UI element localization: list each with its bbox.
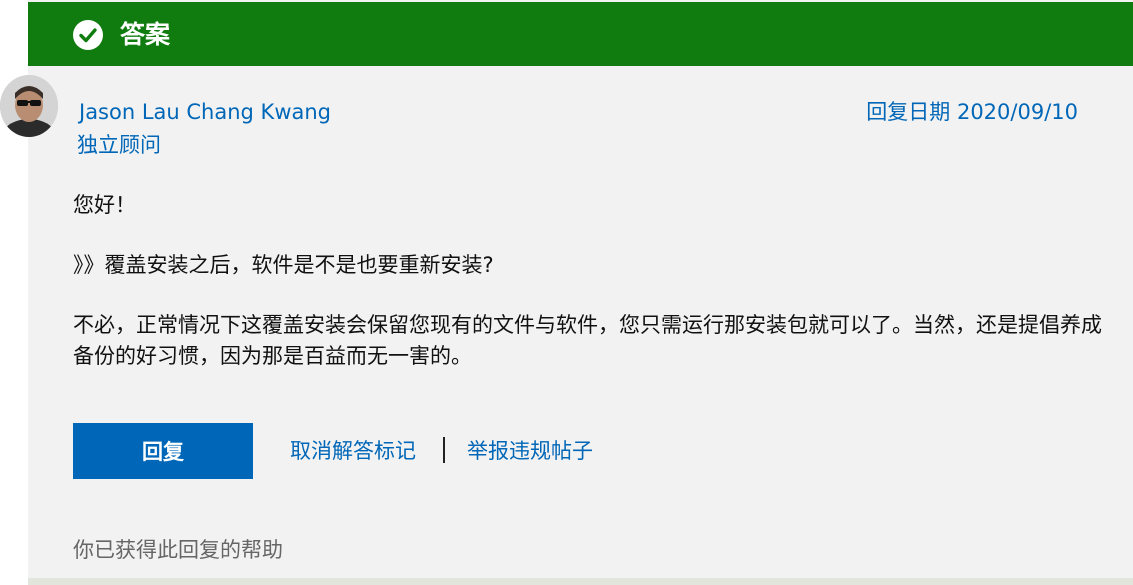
report-abuse-link[interactable]: 举报违规帖子 — [467, 436, 593, 466]
avatar[interactable] — [0, 75, 58, 137]
reply-date[interactable]: 回复日期 2020/09/10 — [866, 98, 1078, 126]
answer-banner-title: 答案 — [120, 20, 171, 49]
answer-card — [28, 0, 1133, 578]
post-quote: 》》覆盖安装之后，软件是不是也要重新安装? — [73, 253, 494, 277]
card-bottom-border — [28, 578, 1133, 585]
post-answer: 不必，正常情况下这覆盖安装会保留您现有的文件与软件，您只需运行那安装包就可以了。… — [73, 313, 1102, 368]
answer-banner: 答案 — [28, 2, 1133, 66]
helpful-status: 你已获得此回复的帮助 — [73, 538, 283, 562]
author-name[interactable]: Jason Lau Chang Kwang — [79, 98, 331, 126]
unmark-answer-link[interactable]: 取消解答标记 — [290, 436, 416, 466]
action-divider — [443, 437, 445, 463]
check-circle-icon — [73, 20, 103, 50]
reply-button[interactable]: 回复 — [73, 423, 253, 479]
author-role[interactable]: 独立顾问 — [77, 131, 161, 159]
post-greeting: 您好！ — [73, 193, 136, 217]
